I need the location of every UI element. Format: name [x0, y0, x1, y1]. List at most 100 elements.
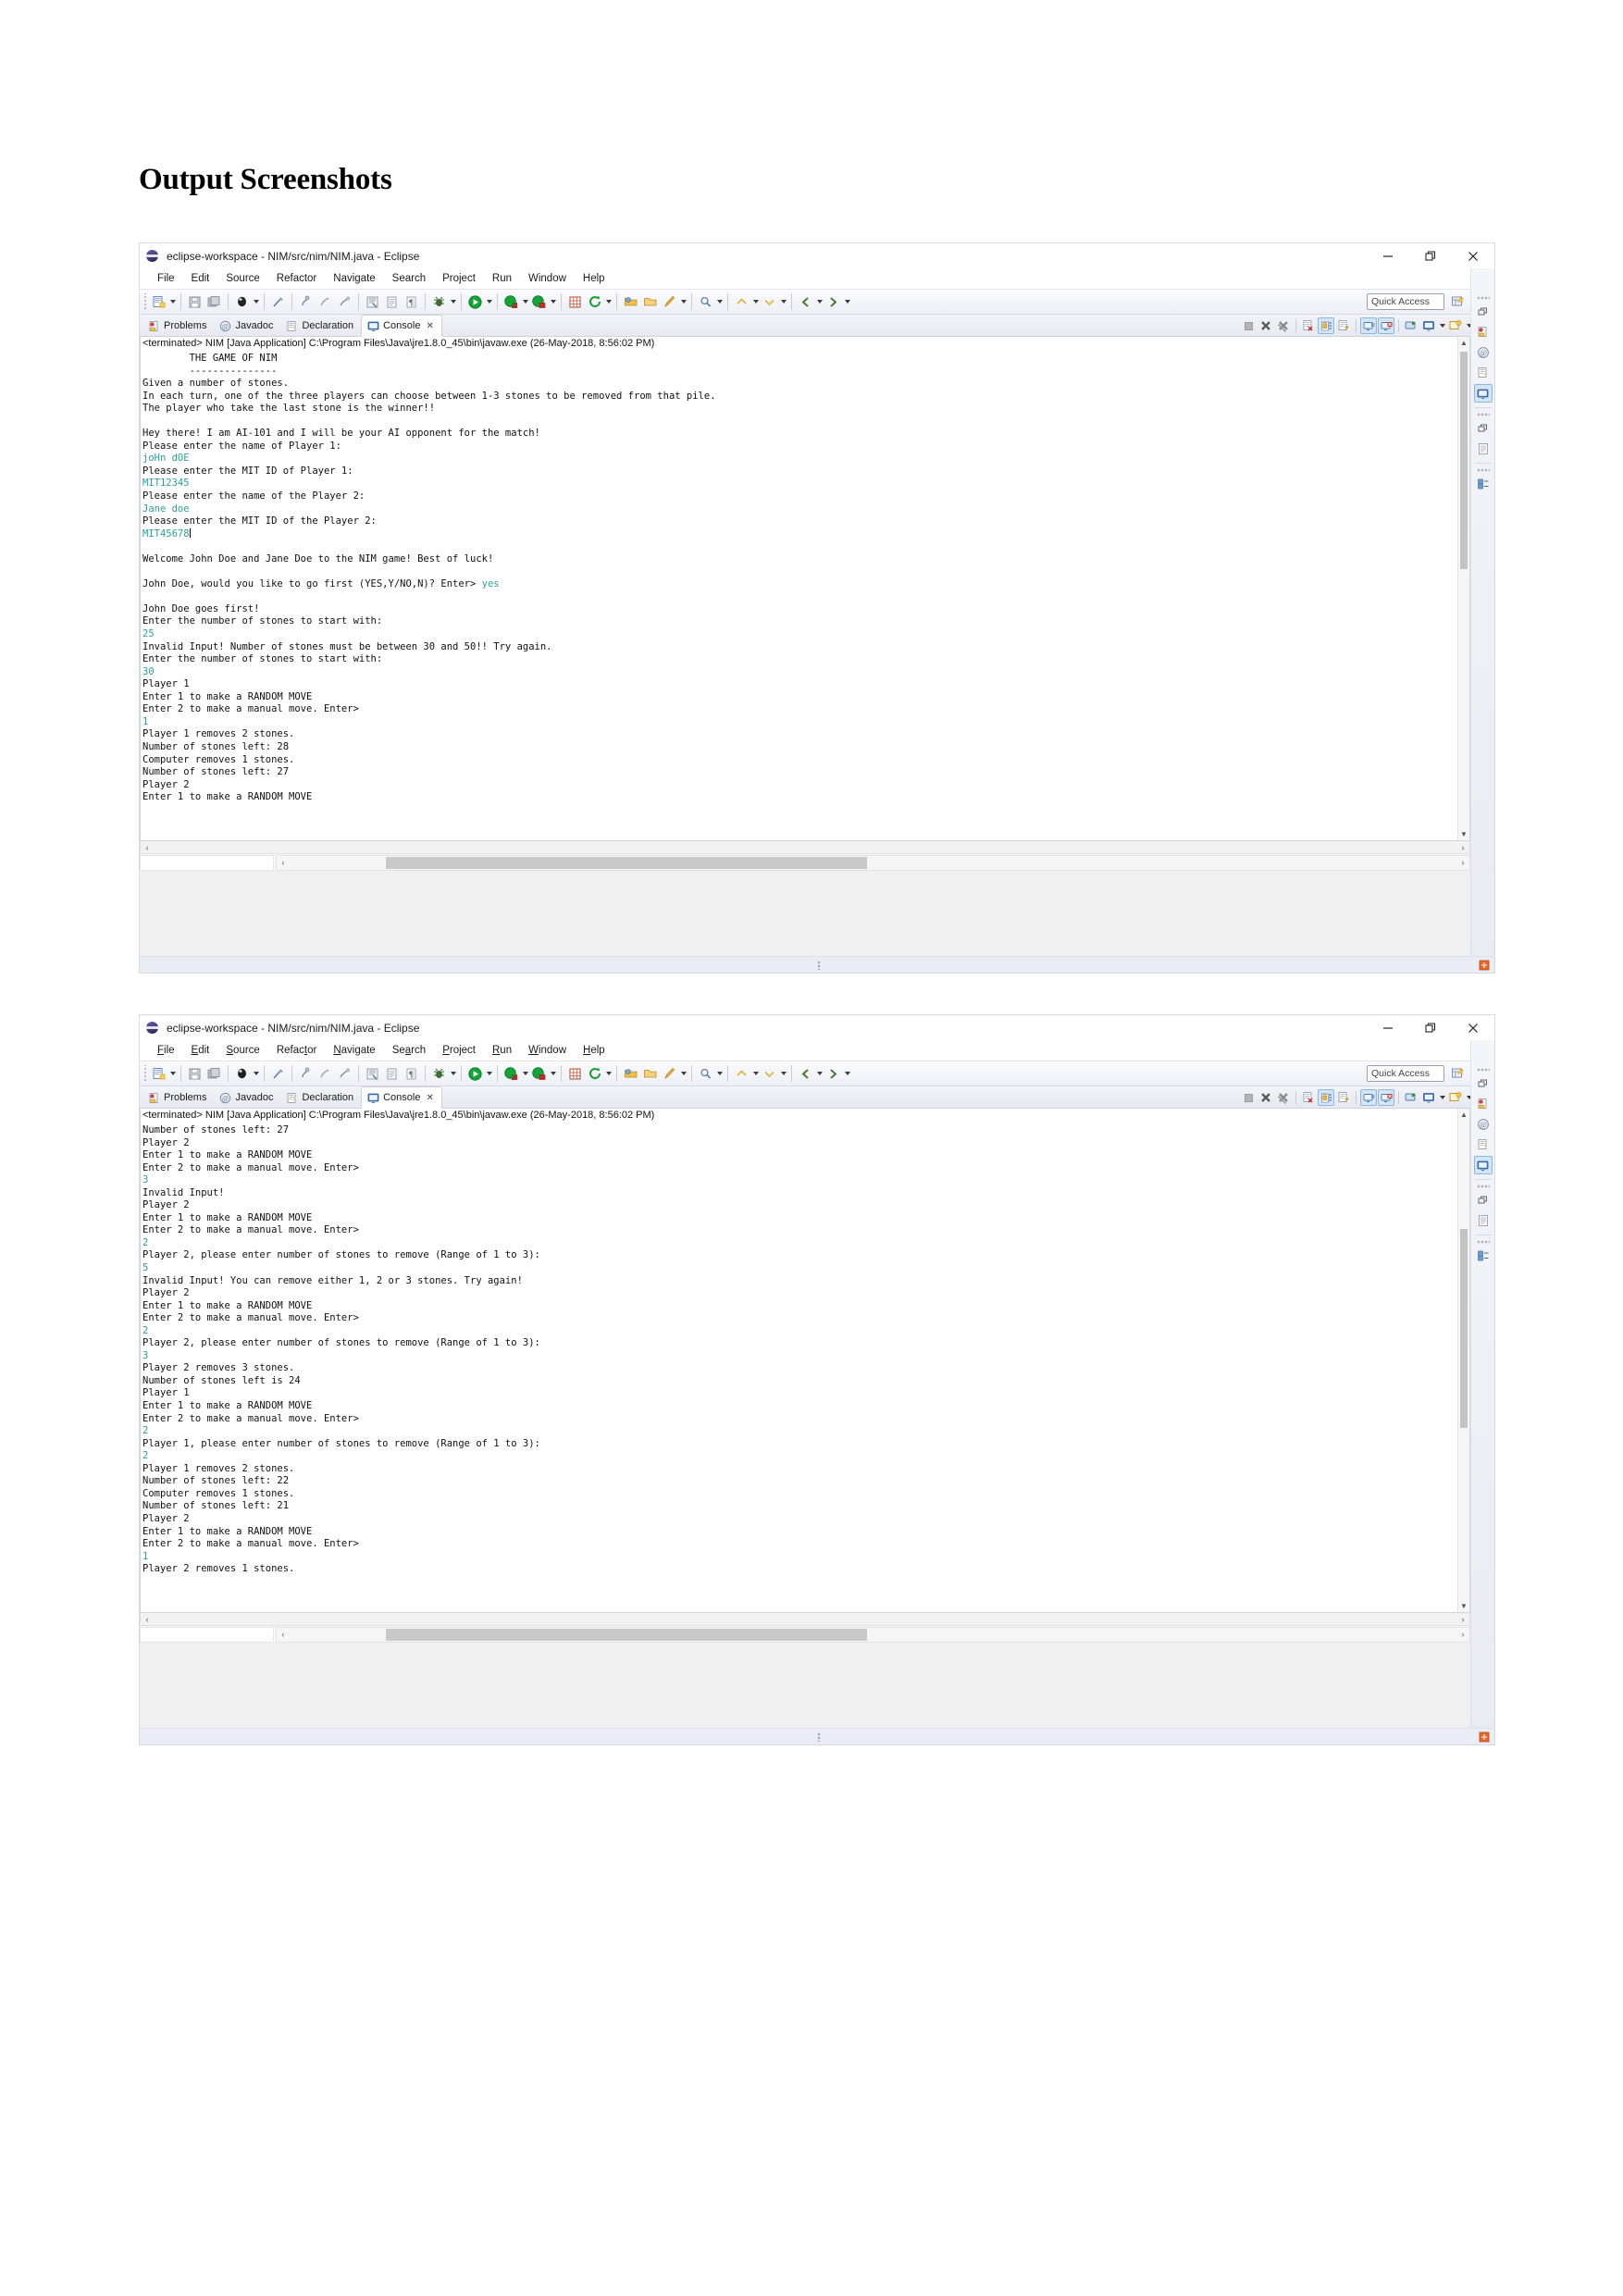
menu-run[interactable]: Run	[484, 273, 520, 284]
console-horizontal-scrollbar-2[interactable]: ‹ ›	[140, 1613, 1470, 1626]
new-junit-test-icon[interactable]	[566, 1065, 584, 1083]
console-vertical-scrollbar[interactable]: ▲ ▼	[1457, 1109, 1469, 1612]
menu-search[interactable]: Search	[384, 1045, 434, 1056]
tab-declaration[interactable]: Declaration	[280, 1087, 361, 1108]
display-selected-console-icon[interactable]	[1420, 317, 1437, 334]
fast-view-grip[interactable]	[1476, 1068, 1490, 1073]
previous-annotation-dropdown-icon[interactable]	[751, 293, 760, 310]
problems-icon[interactable]	[1474, 1095, 1493, 1113]
word-wrap-icon[interactable]	[1335, 1089, 1352, 1106]
new-junit-test-icon[interactable]	[566, 293, 584, 311]
new-wizard-icon[interactable]	[150, 1065, 167, 1083]
back-dropdown-icon[interactable]	[815, 293, 824, 310]
terminate-icon[interactable]	[1240, 1089, 1257, 1106]
external-tools-icon[interactable]	[502, 293, 520, 311]
run-dropdown-icon[interactable]	[485, 1065, 493, 1082]
scroll-right-icon[interactable]: ›	[1456, 1613, 1469, 1625]
menu-navigate[interactable]: Navigate	[325, 273, 383, 284]
outer-horizontal-scrollbar[interactable]: ‹ ›	[276, 1626, 1470, 1643]
search-dropdown-icon[interactable]	[715, 293, 724, 310]
open-console-icon[interactable]	[1447, 317, 1464, 334]
close-icon[interactable]	[1452, 243, 1494, 268]
scrollbar-thumb[interactable]	[386, 856, 867, 869]
run-icon[interactable]	[466, 293, 484, 311]
scroll-down-icon[interactable]: ▼	[1458, 828, 1469, 840]
scrollbar-thumb[interactable]	[1460, 352, 1468, 569]
menu-search[interactable]: Search	[384, 273, 434, 284]
save-all-icon[interactable]	[205, 293, 223, 311]
outer-horizontal-scrollbar[interactable]: ‹ ›	[276, 854, 1470, 871]
scroll-down-icon[interactable]: ▼	[1458, 1600, 1469, 1612]
fast-view-grip[interactable]	[1476, 413, 1490, 417]
print-icon[interactable]	[233, 293, 251, 311]
tab-problems[interactable]: Problems	[142, 1087, 214, 1108]
previous-annotation-icon[interactable]	[733, 293, 750, 311]
open-task-icon[interactable]	[383, 293, 401, 311]
next-annotation-dropdown-icon[interactable]	[779, 1065, 787, 1082]
open-task-icon[interactable]	[383, 1065, 401, 1083]
save-icon[interactable]	[186, 1065, 204, 1083]
restore-icon[interactable]	[1474, 1191, 1493, 1210]
menu-navigate[interactable]: Navigate	[325, 1045, 383, 1056]
remove-all-terminated-icon[interactable]	[1275, 317, 1292, 334]
tab-declaration[interactable]: Declaration	[280, 316, 361, 336]
declaration-icon[interactable]	[1474, 1136, 1493, 1154]
print-dropdown-icon[interactable]	[252, 1065, 260, 1082]
external-tools-dropdown-icon[interactable]	[521, 293, 529, 310]
external-tools-dropdown-icon[interactable]	[521, 1065, 529, 1082]
pin-editor-icon[interactable]	[661, 1065, 678, 1083]
close-icon[interactable]	[1452, 1015, 1494, 1040]
minimize-icon[interactable]	[1367, 243, 1409, 268]
open-type-icon[interactable]	[364, 293, 381, 311]
pin-dropdown-icon[interactable]	[679, 1065, 688, 1082]
remove-launch-icon[interactable]	[1258, 1089, 1274, 1106]
terminate-icon[interactable]	[1240, 317, 1257, 334]
menu-edit[interactable]: Edit	[183, 1045, 218, 1056]
new-wizard-dropdown-icon[interactable]	[168, 1065, 177, 1082]
scroll-up-icon[interactable]: ▲	[1458, 337, 1469, 349]
menu-file[interactable]: File	[149, 273, 183, 284]
menu-source[interactable]: Source	[217, 273, 267, 284]
scroll-lock-icon[interactable]	[1318, 317, 1334, 334]
pin-console-icon[interactable]	[1403, 317, 1419, 334]
new-wizard-icon[interactable]	[150, 293, 167, 311]
tab-javadoc[interactable]: @ Javadoc	[214, 1087, 280, 1108]
console-output[interactable]: Number of stones left: 27 Player 2 Enter 1…	[141, 1124, 1469, 1609]
previous-annotation-icon[interactable]	[733, 1065, 750, 1083]
scroll-up-icon[interactable]: ▲	[1458, 1109, 1469, 1121]
restore-icon[interactable]	[1474, 419, 1493, 438]
show-console-on-error-icon[interactable]	[1378, 1089, 1394, 1106]
menu-window[interactable]: Window	[520, 1045, 575, 1056]
outline-icon[interactable]	[1474, 1211, 1493, 1230]
new-java-project-icon[interactable]	[297, 1065, 315, 1083]
scroll-left-icon[interactable]: ‹	[141, 1613, 154, 1625]
pin-dropdown-icon[interactable]	[679, 293, 688, 310]
show-console-on-error-icon[interactable]	[1378, 317, 1394, 334]
menu-project[interactable]: Project	[434, 1045, 484, 1056]
new-java-project-icon[interactable]	[297, 293, 315, 311]
last-edit-location-icon[interactable]: ¶	[403, 1065, 420, 1083]
forward-icon[interactable]	[824, 293, 842, 311]
menu-refactor[interactable]: Refactor	[268, 1045, 325, 1056]
previous-annotation-dropdown-icon[interactable]	[751, 1065, 760, 1082]
display-selected-console-icon[interactable]	[1420, 1089, 1437, 1106]
display-selected-console-dropdown-icon[interactable]	[1438, 317, 1446, 334]
scrollbar-track[interactable]	[154, 841, 1456, 853]
scroll-left-icon[interactable]: ‹	[277, 1629, 290, 1641]
package-explorer-icon[interactable]	[1474, 475, 1493, 493]
menu-file[interactable]: File	[149, 1045, 183, 1056]
fast-view-grip[interactable]	[1476, 1240, 1490, 1245]
toggle-mark-occurrences-icon[interactable]	[269, 1065, 287, 1083]
pin-console-icon[interactable]	[1403, 1089, 1419, 1106]
refresh-icon[interactable]	[586, 1065, 603, 1083]
new-perspective-icon[interactable]	[1449, 1064, 1467, 1082]
tab-problems[interactable]: Problems	[142, 316, 214, 336]
back-icon[interactable]	[797, 293, 814, 311]
search-dropdown-icon[interactable]	[715, 1065, 724, 1082]
scroll-left-icon[interactable]: ‹	[277, 857, 290, 869]
run-dropdown-icon[interactable]	[485, 293, 493, 310]
refresh-icon[interactable]	[586, 293, 603, 311]
scroll-right-icon[interactable]: ›	[1456, 857, 1469, 869]
new-package-icon[interactable]	[316, 1065, 334, 1083]
toggle-mark-occurrences-icon[interactable]	[269, 293, 287, 311]
